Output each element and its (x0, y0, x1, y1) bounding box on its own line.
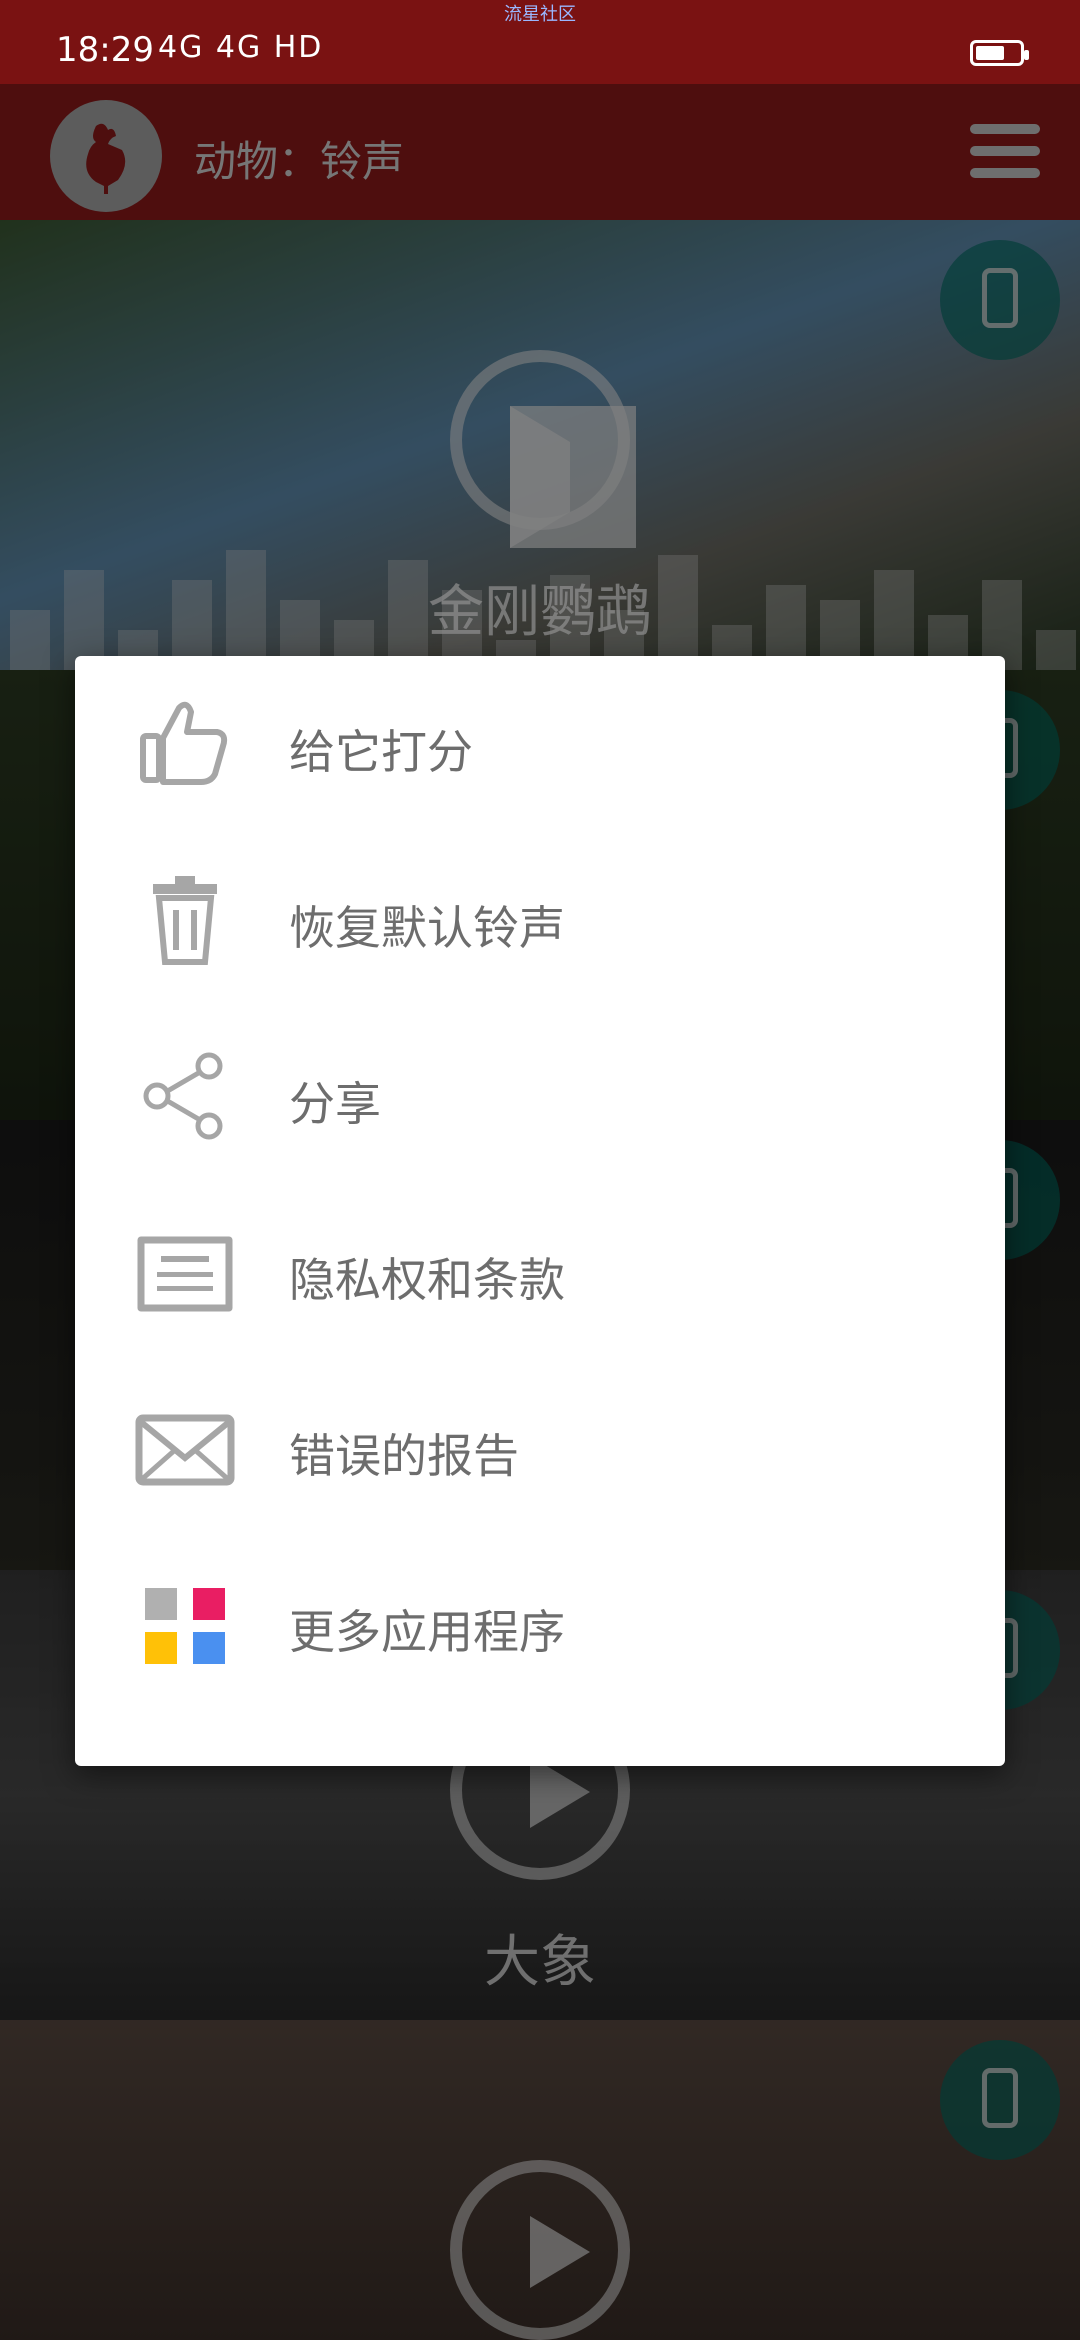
watermark-text: 流星社区 (504, 4, 576, 25)
menu-item-bug-report[interactable]: 错误的报告 (75, 1360, 1005, 1536)
battery-icon (970, 40, 1029, 66)
status-bar: 流星社区 18:29 4G 4G HD (0, 0, 1080, 84)
menu-item-label: 分享 (289, 1077, 381, 1131)
trash-icon (135, 870, 235, 970)
menu-item-label: 错误的报告 (289, 1429, 519, 1483)
menu-item-rate[interactable]: 给它打分 (75, 656, 1005, 832)
mail-icon (135, 1398, 235, 1498)
share-icon (135, 1046, 235, 1146)
menu-item-restore-default[interactable]: 恢复默认铃声 (75, 832, 1005, 1008)
apps-grid-icon (135, 1574, 235, 1674)
status-time: 18:29 (56, 30, 154, 70)
menu-item-more-apps[interactable]: 更多应用程序 (75, 1536, 1005, 1712)
document-icon (135, 1222, 235, 1322)
network-indicators: 4G 4G HD (158, 30, 324, 65)
menu-item-share[interactable]: 分享 (75, 1008, 1005, 1184)
options-menu-dialog: 给它打分 恢复默认铃声 分享 隐私权和条款 错误的报告 更多应用程序 (75, 656, 1005, 1766)
menu-item-privacy-terms[interactable]: 隐私权和条款 (75, 1184, 1005, 1360)
menu-item-label: 更多应用程序 (289, 1605, 565, 1659)
thumbs-up-icon (135, 694, 235, 794)
menu-item-label: 隐私权和条款 (289, 1253, 565, 1307)
menu-item-label: 恢复默认铃声 (289, 901, 565, 955)
menu-item-label: 给它打分 (289, 725, 473, 779)
